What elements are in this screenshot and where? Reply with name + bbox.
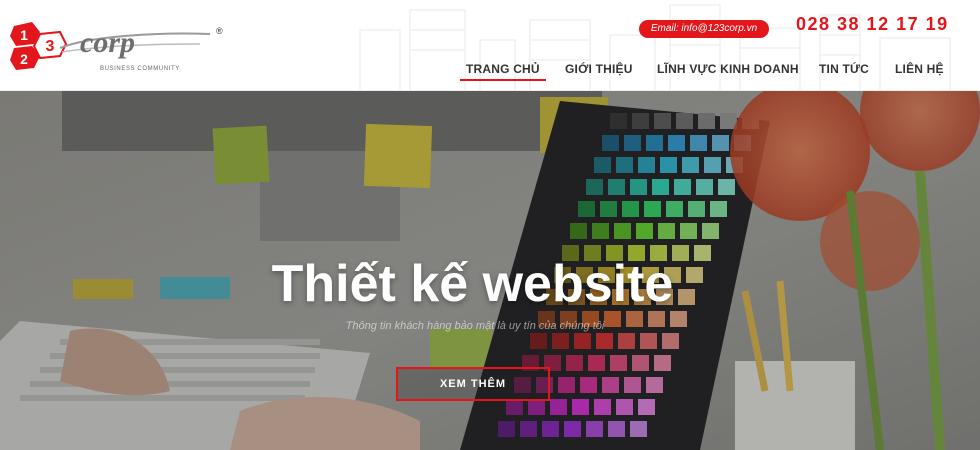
nav-item-business[interactable]: LĨNH VỰC KINH DOANH xyxy=(657,62,799,76)
svg-text:®: ® xyxy=(216,26,223,36)
nav-item-contact[interactable]: LIÊN HỆ xyxy=(895,62,944,76)
site-header: 1 2 3 corp ® BUSINESS COMMUNITY Email: i… xyxy=(0,0,980,91)
main-nav: TRANG CHỦ GIỚI THIỆU LĨNH VỰC KINH DOANH… xyxy=(0,62,980,82)
hero-banner: Thiết kế website Thông tin khách hàng bả… xyxy=(0,91,980,450)
view-more-button[interactable]: XEM THÊM xyxy=(396,367,550,401)
hero-subtitle: Thông tin khách hàng bảo mật là uy tín c… xyxy=(345,320,605,332)
phone-number[interactable]: 028 38 12 17 19 xyxy=(796,14,949,35)
hero-title: Thiết kế website xyxy=(271,255,674,313)
svg-text:corp: corp xyxy=(80,26,135,59)
email-badge[interactable]: Email: info@123corp.vn xyxy=(639,20,769,38)
nav-item-news[interactable]: TIN TỨC xyxy=(819,62,869,76)
nav-item-home[interactable]: TRANG CHỦ xyxy=(460,62,546,81)
svg-text:1: 1 xyxy=(20,27,28,43)
nav-item-about[interactable]: GIỚI THIỆU xyxy=(565,62,633,76)
svg-text:3: 3 xyxy=(46,38,55,55)
